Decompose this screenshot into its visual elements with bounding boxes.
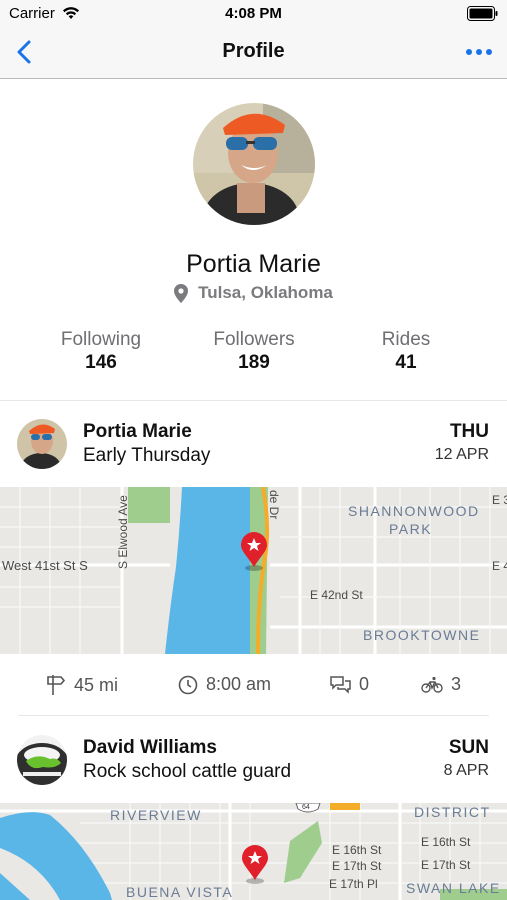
map-label: BROOKTOWNE bbox=[363, 627, 480, 643]
ellipsis-icon bbox=[466, 49, 492, 55]
svg-text:64: 64 bbox=[302, 804, 310, 811]
clock-icon bbox=[178, 675, 198, 694]
map-label: PARK bbox=[389, 521, 432, 537]
page-title: Profile bbox=[222, 40, 285, 62]
profile-location: Tulsa, Oklahoma bbox=[0, 283, 507, 303]
divider bbox=[0, 400, 507, 401]
battery-icon bbox=[467, 6, 498, 21]
stat-value: 189 bbox=[238, 352, 270, 373]
activity-day: THU bbox=[449, 421, 489, 442]
location-pin-icon bbox=[174, 283, 189, 303]
map-label: de Dr bbox=[267, 490, 281, 519]
map-label: SWAN LAKE bbox=[406, 880, 501, 896]
activity-date: 8 APR bbox=[443, 762, 489, 779]
activity-title[interactable]: Early Thursday bbox=[83, 445, 210, 467]
map-label: E 17th Pl bbox=[329, 877, 378, 891]
activity-title[interactable]: Rock school cattle guard bbox=[83, 761, 291, 783]
activity-avatar[interactable] bbox=[17, 419, 67, 469]
status-time: 4:08 PM bbox=[225, 5, 282, 22]
navigation-bar: Profile bbox=[0, 28, 507, 79]
map-label: BUENA VISTA bbox=[126, 884, 233, 900]
stat-rides[interactable]: Rides 41 bbox=[326, 329, 486, 374]
activity-user-name[interactable]: Portia Marie bbox=[83, 421, 192, 443]
more-options-button[interactable] bbox=[463, 38, 495, 68]
bicycle-icon bbox=[421, 676, 443, 693]
stat-label: Following bbox=[60, 329, 142, 350]
map-label: E 17th St bbox=[332, 859, 382, 873]
map-label: E 16th St bbox=[332, 843, 382, 857]
distance-stat: 45 mi bbox=[46, 674, 118, 696]
ride-stats: 45 mi 8:00 am 0 3 bbox=[0, 660, 507, 712]
riders-value: 3 bbox=[451, 674, 462, 694]
map-label: SHANNONWOOD bbox=[348, 503, 480, 519]
time-value: 8:00 am bbox=[206, 674, 272, 694]
map-label: E 4 bbox=[492, 559, 507, 573]
activity-user-name[interactable]: David Williams bbox=[83, 737, 217, 759]
map-label: E 16th St bbox=[421, 835, 471, 849]
status-bar: Carrier 4:08 PM bbox=[0, 0, 507, 28]
stat-following[interactable]: Following 146 bbox=[21, 329, 181, 374]
signpost-icon bbox=[47, 675, 66, 695]
location-label: Tulsa, Oklahoma bbox=[198, 283, 333, 302]
activity-avatar[interactable] bbox=[17, 735, 67, 785]
stat-label: Followers bbox=[213, 329, 295, 350]
map-label: West 41st St S bbox=[2, 558, 88, 573]
comments-stat[interactable]: 0 bbox=[330, 674, 369, 695]
stat-label: Rides bbox=[381, 329, 431, 350]
comments-value: 0 bbox=[359, 674, 370, 694]
profile-name: Portia Marie bbox=[186, 250, 321, 278]
stat-value: 146 bbox=[85, 352, 117, 373]
distance-value: 45 mi bbox=[74, 674, 119, 695]
comments-icon bbox=[330, 676, 351, 694]
activity-day: SUN bbox=[448, 737, 489, 758]
divider bbox=[18, 715, 489, 716]
activity-map[interactable]: West 41st St S S Elwood Ave de Dr E 42nd… bbox=[0, 487, 507, 654]
map-label: RIVERVIEW bbox=[110, 807, 202, 823]
riders-stat[interactable]: 3 bbox=[421, 674, 461, 695]
stat-followers[interactable]: Followers 189 bbox=[174, 329, 334, 374]
map-label: E 3 bbox=[492, 493, 507, 507]
activity-date: 12 APR bbox=[434, 446, 489, 463]
map-label: E 42nd St bbox=[310, 588, 363, 602]
map-label: E 17th St bbox=[421, 858, 471, 872]
map-label: DISTRICT bbox=[414, 804, 491, 820]
profile-avatar[interactable] bbox=[193, 103, 315, 225]
stat-value: 41 bbox=[395, 352, 417, 373]
time-stat: 8:00 am bbox=[178, 674, 271, 695]
activity-map[interactable]: 64 RIVERVIEW DISTRICT BUENA VISTA SWAN L… bbox=[0, 803, 507, 900]
map-label: S Elwood Ave bbox=[116, 495, 130, 569]
